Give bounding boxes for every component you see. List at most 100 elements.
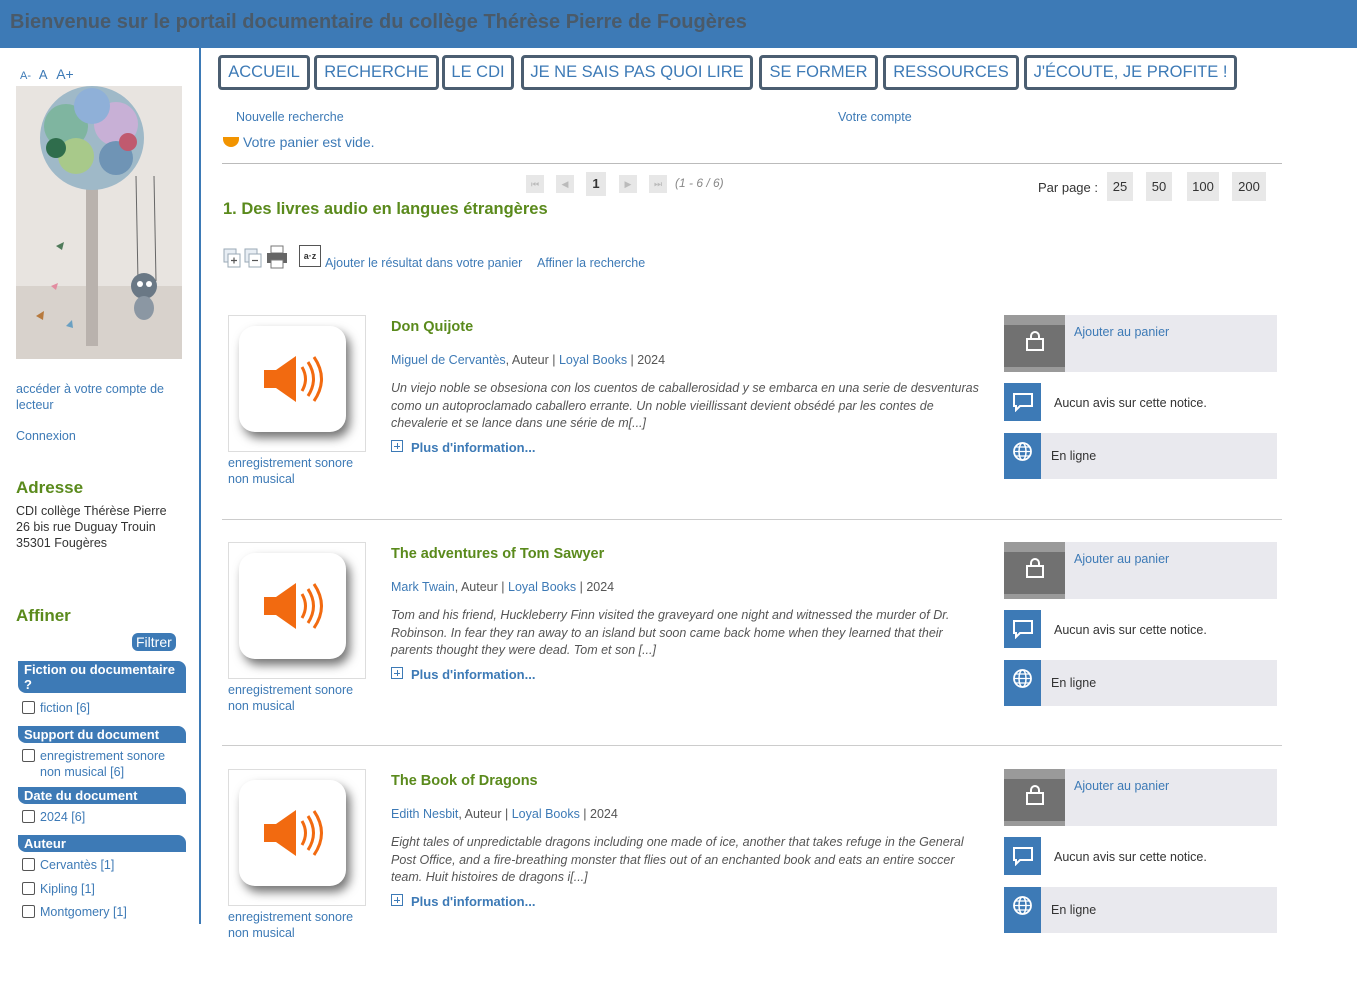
speaker-icon: [239, 326, 346, 432]
record-year: 2024: [586, 580, 615, 594]
font-decrease-button[interactable]: A-: [20, 70, 31, 82]
record-thumbnail[interactable]: [228, 315, 366, 452]
more-info-link[interactable]: Plus d'information...: [391, 667, 535, 682]
document-type: enregistrement sonore non musical: [228, 683, 354, 713]
author-role: Auteur: [464, 807, 502, 821]
results-section-title: 1. Des livres audio en langues étrangère…: [223, 200, 548, 218]
login-link[interactable]: Connexion: [16, 429, 76, 443]
nav-recherche[interactable]: RECHERCHE: [314, 55, 439, 90]
more-info-link[interactable]: Plus d'information...: [391, 440, 535, 455]
expand-all-icon[interactable]: [223, 248, 241, 268]
facet-heading-fiction: Fiction ou documentaire ?: [18, 661, 186, 693]
add-result-to-cart-link[interactable]: Ajouter le résultat dans votre panier: [325, 256, 522, 270]
last-page-button[interactable]: ⏭: [649, 175, 667, 193]
address-line: CDI collège Thérèse Pierre: [16, 504, 167, 518]
facet-checkbox[interactable]: [22, 858, 35, 871]
nav-je-ne-sais-pas-quoi-lire[interactable]: JE NE SAIS PAS QUOI LIRE: [521, 55, 753, 90]
facet-heading-author: Auteur: [18, 835, 186, 852]
per-page-option[interactable]: 50: [1146, 172, 1172, 201]
document-type: enregistrement sonore non musical: [228, 910, 354, 940]
reviews-row[interactable]: Aucun avis sur cette notice.: [1004, 610, 1277, 648]
record-thumbnail[interactable]: [228, 769, 366, 906]
sort-icon[interactable]: a·z: [299, 245, 321, 267]
plus-icon: [391, 440, 403, 452]
globe-icon: [1004, 433, 1041, 479]
font-size-controls: A- A A+: [20, 66, 79, 82]
record-divider: [222, 745, 1282, 746]
address-line: 35301 Fougères: [16, 536, 108, 550]
nav-se-former[interactable]: SE FORMER: [759, 55, 878, 90]
author-link[interactable]: Miguel de Cervantès: [391, 353, 506, 367]
facet-item-author[interactable]: Montgomery [1]: [22, 904, 127, 920]
facet-heading-date: Date du document: [18, 787, 186, 804]
facet-heading-support: Support du document: [18, 726, 186, 743]
facet-checkbox[interactable]: [22, 882, 35, 895]
your-account-link[interactable]: Votre compte: [838, 110, 912, 124]
comment-icon: [1004, 610, 1041, 648]
nav-ressources[interactable]: RESSOURCES: [883, 55, 1019, 90]
tree-mural-image: [16, 86, 182, 359]
comment-icon: [1004, 383, 1041, 421]
next-page-button[interactable]: ▶: [619, 175, 637, 193]
facet-item-author[interactable]: Kipling [1]: [22, 881, 95, 897]
more-info-link[interactable]: Plus d'information...: [391, 894, 535, 909]
reviews-row[interactable]: Aucun avis sur cette notice.: [1004, 383, 1277, 421]
publisher-link[interactable]: Loyal Books: [512, 807, 580, 821]
divider: [222, 163, 1282, 164]
nav-accueil[interactable]: ACCUEIL: [218, 55, 310, 90]
publisher-link[interactable]: Loyal Books: [559, 353, 627, 367]
first-page-button[interactable]: ⏮: [526, 175, 544, 193]
record-title[interactable]: The adventures of Tom Sawyer: [391, 546, 604, 562]
record-year: 2024: [590, 807, 618, 821]
refine-search-link[interactable]: Affiner la recherche: [537, 256, 645, 270]
collapse-all-icon[interactable]: [244, 248, 262, 268]
address-heading: Adresse: [16, 478, 84, 497]
speaker-icon: [239, 553, 346, 659]
author-link[interactable]: Edith Nesbit: [391, 807, 458, 821]
add-to-cart-button[interactable]: Ajouter au panier: [1004, 542, 1277, 599]
nav-le-cdi[interactable]: LE CDI: [442, 55, 514, 90]
record-thumbnail[interactable]: [228, 542, 366, 679]
add-to-cart-button[interactable]: Ajouter au panier: [1004, 769, 1277, 826]
globe-icon: [1004, 887, 1041, 933]
result-range: (1 - 6 / 6): [675, 176, 724, 190]
author-role: Auteur: [460, 580, 498, 594]
online-access-button[interactable]: En ligne: [1004, 433, 1277, 479]
result-record: enregistrement sonore non musical The ad…: [222, 542, 1282, 769]
cart-icon: [1004, 315, 1065, 372]
font-normal-button[interactable]: A: [39, 67, 48, 82]
per-page-option[interactable]: 200: [1232, 172, 1266, 201]
print-icon[interactable]: [265, 245, 289, 269]
current-page: 1: [586, 172, 606, 196]
facet-item-author[interactable]: Cervantès [1]: [22, 857, 114, 873]
cart-icon: [1004, 542, 1065, 599]
font-increase-button[interactable]: A+: [56, 66, 74, 82]
plus-icon: [391, 667, 403, 679]
reader-account-link[interactable]: accéder à votre compte de lecteur: [16, 381, 186, 413]
add-to-cart-button[interactable]: Ajouter au panier: [1004, 315, 1277, 372]
per-page-option[interactable]: 100: [1187, 172, 1219, 201]
facet-checkbox[interactable]: [22, 701, 35, 714]
online-access-button[interactable]: En ligne: [1004, 887, 1277, 933]
facet-checkbox[interactable]: [22, 749, 35, 762]
new-search-link[interactable]: Nouvelle recherche: [236, 110, 344, 124]
comment-icon: [1004, 837, 1041, 875]
publisher-link[interactable]: Loyal Books: [508, 580, 576, 594]
filter-button[interactable]: Filtrer: [132, 633, 176, 651]
result-record: enregistrement sonore non musical The Bo…: [222, 769, 1282, 996]
facet-item-date[interactable]: 2024 [6]: [22, 809, 85, 825]
nav-jecoute-je-profite[interactable]: J'ÉCOUTE, JE PROFITE !: [1024, 55, 1237, 90]
facet-checkbox[interactable]: [22, 905, 35, 918]
online-access-button[interactable]: En ligne: [1004, 660, 1277, 706]
record-title[interactable]: Don Quijote: [391, 319, 473, 335]
facet-item-support[interactable]: enregistrement sonore non musical [6]: [22, 748, 182, 780]
per-page-option[interactable]: 25: [1107, 172, 1133, 201]
facet-checkbox[interactable]: [22, 810, 35, 823]
author-link[interactable]: Mark Twain: [391, 580, 455, 594]
result-record: enregistrement sonore non musical Don Qu…: [222, 315, 1282, 542]
prev-page-button[interactable]: ◀: [556, 175, 574, 193]
facet-item-fiction[interactable]: fiction [6]: [22, 700, 90, 716]
reviews-row[interactable]: Aucun avis sur cette notice.: [1004, 837, 1277, 875]
record-title[interactable]: The Book of Dragons: [391, 773, 538, 789]
basket-icon: [223, 137, 239, 147]
